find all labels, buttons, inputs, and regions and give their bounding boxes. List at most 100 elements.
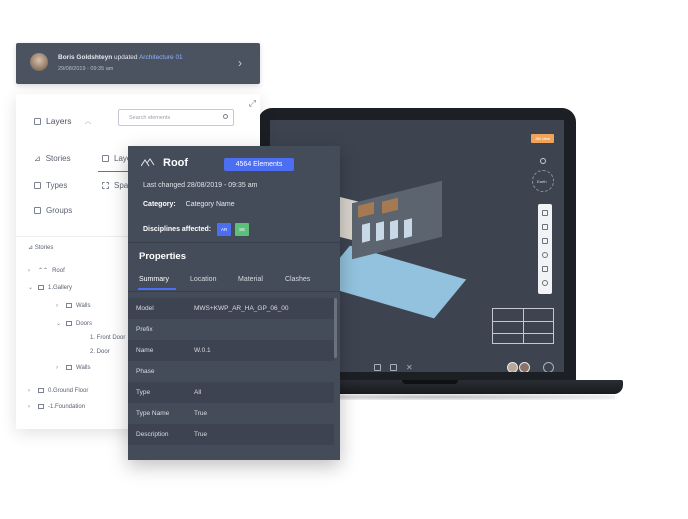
viewer-toolbar (538, 204, 552, 294)
edit-icon[interactable] (542, 238, 548, 244)
layers-header[interactable]: Layers ︿ (34, 116, 92, 126)
layers-title: Layers (46, 116, 72, 126)
tab-summary[interactable]: Summary (139, 276, 169, 283)
model-window (362, 222, 370, 243)
compass-widget[interactable]: Earth (532, 170, 554, 192)
stories-icon: ⊿ (34, 154, 41, 163)
tree-item[interactable]: ⌄ Doors (56, 320, 92, 327)
tree-item[interactable]: › Walls (56, 365, 90, 371)
search-icon[interactable] (223, 114, 228, 119)
eye-icon[interactable] (542, 280, 548, 286)
tree-item-label: Walls (76, 303, 91, 310)
share-icon[interactable] (390, 364, 397, 371)
model-pool (317, 245, 467, 319)
model-wood-panel (358, 201, 374, 218)
select-icon[interactable] (542, 224, 548, 230)
element-title: Roof (163, 157, 189, 169)
tab-label: Stories (45, 154, 71, 163)
disciplines-label: Disciplines affected: (143, 226, 212, 233)
avatar[interactable] (507, 362, 518, 372)
scrollbar[interactable] (334, 298, 337, 358)
divider (128, 291, 340, 292)
notification-target[interactable]: Architecture 01 (139, 54, 183, 61)
tree-item-label: 1.Gallery (48, 285, 73, 291)
search-input[interactable]: Search elements (118, 109, 234, 126)
activity-notification[interactable]: Boris Goldshteyn updated Architecture 01… (16, 43, 260, 84)
search-placeholder: Search elements (129, 115, 171, 121)
chevron-right-icon[interactable]: › (56, 365, 66, 371)
mic-icon[interactable] (374, 364, 381, 371)
section-label: ⊿ Stories (28, 244, 53, 251)
tree-item[interactable]: › Walls (56, 303, 90, 309)
folder-icon (38, 388, 44, 393)
expand-icon[interactable]: ⤢ (249, 98, 256, 109)
discipline-chip-ar[interactable]: AR (217, 223, 232, 236)
category-label: Category: (143, 201, 176, 208)
stories-icon: ⊿ (28, 245, 35, 251)
property-key: Type (136, 389, 151, 396)
tab-material[interactable]: Material (238, 276, 263, 283)
tree-item-label: -1.Foundation (48, 404, 86, 411)
roof-icon: ⌃⌃ (38, 268, 49, 274)
model-building[interactable] (352, 180, 442, 260)
avatar[interactable] (519, 362, 530, 372)
active-tab-indicator (138, 288, 176, 290)
groups-icon (34, 207, 41, 214)
refresh-icon[interactable] (540, 158, 546, 164)
tree-item-label: Walls (76, 365, 91, 372)
table-row: Model MWS+KWP_AR_HA_GP_06_00 (128, 298, 334, 319)
tab-groups[interactable]: Groups (34, 206, 72, 215)
notification-action: updated (114, 54, 138, 61)
chevron-right-icon[interactable]: › (28, 404, 38, 410)
layers-icon (102, 155, 109, 162)
tree-item[interactable]: 2. Door (90, 349, 110, 355)
chevron-right-icon[interactable]: › (238, 56, 242, 70)
microphone-icon[interactable] (542, 266, 548, 272)
table-row: Name W.0.1 (128, 340, 334, 361)
folder-icon (38, 404, 44, 409)
roof-icon (141, 158, 155, 167)
model-window (390, 219, 398, 240)
tab-label: Types (46, 181, 68, 190)
table-row: Type Name True (128, 403, 334, 424)
table-row: Prefix (128, 319, 334, 340)
tab-stories[interactable]: ⊿ Stories (34, 154, 71, 163)
minimap[interactable] (492, 308, 554, 344)
property-value: True (194, 431, 208, 438)
chevron-right-icon[interactable]: › (28, 268, 38, 274)
laptop-notch (402, 380, 458, 384)
types-icon (34, 182, 41, 189)
tab-clashes[interactable]: Clashes (285, 276, 310, 283)
avatar (30, 53, 48, 71)
tree-item[interactable]: 1. Front Door (90, 335, 125, 341)
add-user-icon[interactable] (543, 362, 554, 372)
tree-item[interactable]: › 0.Ground Floor (28, 388, 88, 394)
properties-panel: Roof 4564 Elements Last changed 28/08/20… (128, 146, 340, 460)
chevron-right-icon[interactable]: › (28, 388, 38, 394)
notification-time: 29/08/2019 - 09:35 am (58, 66, 114, 72)
spaces-icon (102, 182, 109, 189)
element-count-badge[interactable]: 4564 Elements (224, 158, 294, 171)
tab-location[interactable]: Location (190, 276, 216, 283)
last-changed: Last changed 28/08/2019 - 09:35 am (143, 182, 258, 189)
view-mode-badge[interactable]: 3M view (531, 134, 554, 143)
chevron-right-icon[interactable]: › (56, 303, 66, 309)
section-title: Stories (34, 245, 54, 251)
tree-item[interactable]: › ⌃⌃ Roof (28, 267, 65, 274)
tree-item-label: Roof (52, 268, 65, 274)
chevron-up-icon[interactable]: ︿ (85, 116, 92, 126)
discipline-chip-se[interactable]: SE (235, 223, 250, 236)
zoom-icon[interactable] (542, 210, 548, 216)
property-key: Name (136, 347, 154, 354)
compass-label: Earth (537, 179, 547, 184)
settings-icon[interactable] (542, 252, 548, 258)
close-icon[interactable]: ✕ (406, 364, 413, 372)
tree-item[interactable]: › -1.Foundation (28, 404, 85, 410)
disciplines-row: Disciplines affected: AR SE (143, 223, 253, 236)
tree-item-label: 0.Ground Floor (48, 388, 89, 395)
chevron-down-icon[interactable]: ⌄ (28, 284, 38, 291)
tab-types[interactable]: Types (34, 181, 67, 190)
tree-item[interactable]: ⌄ 1.Gallery (28, 284, 72, 291)
chevron-down-icon[interactable]: ⌄ (56, 320, 66, 327)
door-icon (66, 320, 72, 326)
